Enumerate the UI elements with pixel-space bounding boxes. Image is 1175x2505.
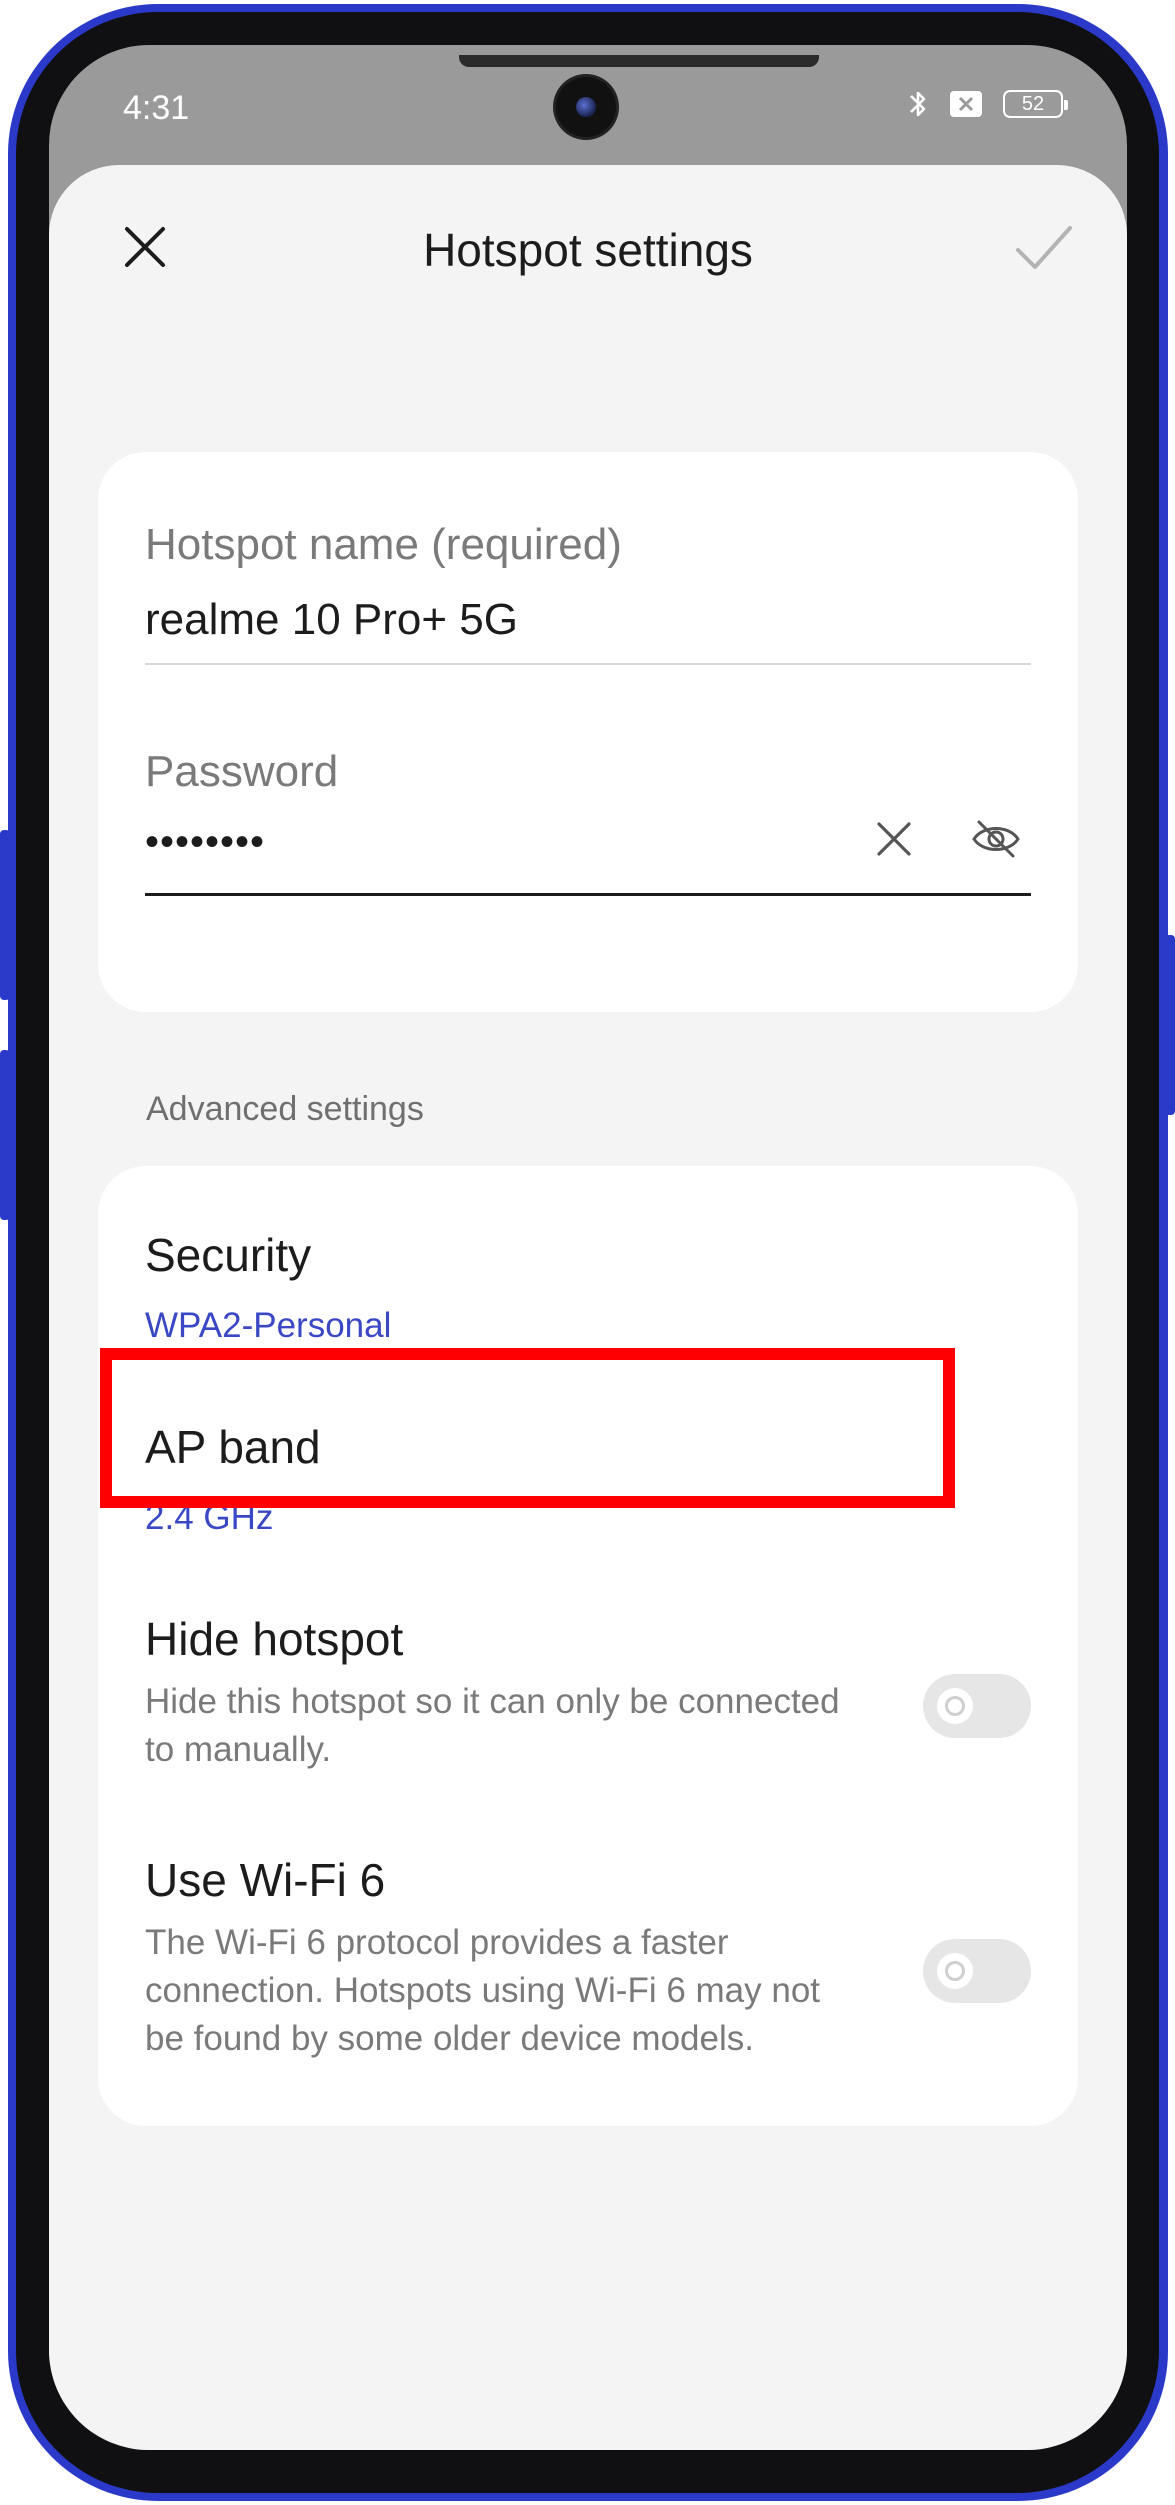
hide-hotspot-description: Hide this hotspot so it can only be conn… bbox=[145, 1682, 840, 1769]
page-title: Hotspot settings bbox=[423, 224, 753, 276]
x-box-icon bbox=[949, 89, 983, 119]
security-row[interactable]: Security WPA2-Personal bbox=[98, 1228, 1078, 1368]
ap-band-row[interactable]: AP band 2.4 GHz bbox=[98, 1420, 1078, 1560]
eye-off-icon bbox=[972, 820, 1020, 858]
bluetooth-icon bbox=[907, 87, 929, 121]
settings-sheet: Hotspot settings Hotspot name (required)… bbox=[49, 165, 1127, 2450]
battery-level: 52 bbox=[1021, 92, 1045, 115]
battery-icon: 52 bbox=[1003, 90, 1068, 118]
side-button-left-lower bbox=[0, 1050, 10, 1220]
hide-hotspot-row: Hide hotspot Hide this hotspot so it can… bbox=[98, 1612, 1078, 1792]
toggle-password-visibility-button[interactable] bbox=[966, 809, 1026, 869]
password-underline bbox=[145, 893, 1031, 896]
ap-band-value: 2.4 GHz bbox=[145, 1498, 274, 1537]
hide-hotspot-title: Hide hotspot bbox=[145, 1613, 404, 1665]
check-icon bbox=[1016, 226, 1072, 269]
front-camera bbox=[556, 77, 616, 137]
status-bar: 4:31 52 bbox=[49, 45, 1127, 165]
password-label: Password bbox=[145, 747, 339, 796]
hotspot-name-field[interactable]: realme 10 Pro+ 5G bbox=[145, 595, 518, 645]
security-value: WPA2-Personal bbox=[145, 1306, 392, 1345]
ap-band-title: AP band bbox=[145, 1421, 321, 1473]
status-icons: 52 bbox=[907, 87, 1068, 121]
wifi6-row: Use Wi-Fi 6 The Wi-Fi 6 protocol provide… bbox=[98, 1853, 1078, 2073]
status-time: 4:31 bbox=[123, 89, 190, 127]
toggle-knob bbox=[937, 1953, 973, 1989]
clear-icon bbox=[877, 822, 911, 856]
side-button-left-upper bbox=[0, 830, 10, 1000]
password-field[interactable]: •••••••• bbox=[145, 820, 265, 865]
security-title: Security bbox=[145, 1229, 312, 1281]
hotspot-credentials-card: Hotspot name (required) realme 10 Pro+ 5… bbox=[98, 452, 1078, 1012]
wifi6-title: Use Wi-Fi 6 bbox=[145, 1854, 386, 1906]
wifi6-toggle[interactable] bbox=[923, 1939, 1031, 2003]
hotspot-name-label: Hotspot name (required) bbox=[145, 520, 622, 569]
wifi6-description: The Wi-Fi 6 protocol provides a faster c… bbox=[145, 1923, 821, 2058]
hide-hotspot-toggle[interactable] bbox=[923, 1674, 1031, 1738]
top-bar: Hotspot settings bbox=[49, 165, 1127, 335]
confirm-button[interactable] bbox=[1009, 213, 1079, 283]
hotspot-name-underline bbox=[145, 663, 1031, 665]
clear-password-button[interactable] bbox=[864, 809, 924, 869]
advanced-settings-header: Advanced settings bbox=[146, 1090, 424, 1128]
screen: 4:31 52 Hotspot settings Hotspot name (r… bbox=[49, 45, 1127, 2450]
advanced-settings-card: Security WPA2-Personal AP band 2.4 GHz H… bbox=[98, 1166, 1078, 2126]
toggle-knob bbox=[937, 1688, 973, 1724]
side-button-right bbox=[1165, 935, 1175, 1115]
